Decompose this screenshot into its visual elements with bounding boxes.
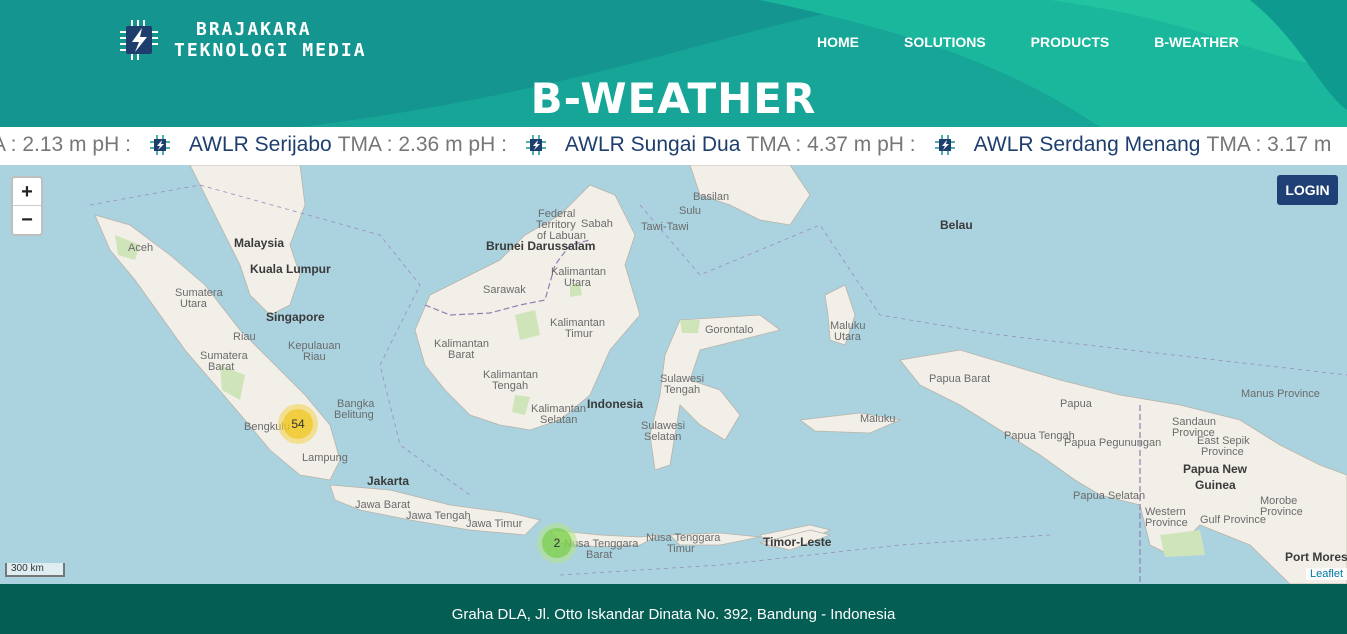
label-sumut-2: Utara xyxy=(180,298,207,310)
nav-solutions[interactable]: SOLUTIONS xyxy=(904,34,986,50)
label-maluku: Maluku xyxy=(860,413,896,425)
label-sabah: Sabah xyxy=(581,218,613,230)
marker-cluster[interactable]: 2 xyxy=(537,523,577,563)
label-manus: Manus Province xyxy=(1241,388,1320,400)
label-papua-selatan: Papua Selatan xyxy=(1073,490,1146,502)
main-nav: HOME SOLUTIONS PRODUCTS B-WEATHER xyxy=(817,34,1284,50)
label-sumbar-2: Barat xyxy=(208,361,235,373)
label-png-2: Guinea xyxy=(1195,478,1236,492)
brand-line-2: TEKNOLOGI MEDIA xyxy=(174,40,367,61)
station-ticker: A : 2.13 m pH : AWLR Serijabo TMA : 2.36… xyxy=(0,127,1347,165)
ticker-station-name: AWLR Serdang Menang xyxy=(973,133,1201,156)
ticker-station-value: TMA : 3.17 m xyxy=(1206,133,1332,156)
label-papua: Papua xyxy=(1060,398,1092,410)
label-bangka-2: Belitung xyxy=(334,409,374,421)
label-gorontalo: Gorontalo xyxy=(705,324,754,336)
label-belau: Belau xyxy=(940,218,973,232)
label-western-2: Province xyxy=(1145,517,1188,529)
label-kalut-2: Utara xyxy=(564,277,591,289)
map-scale: 300 km xyxy=(5,563,65,577)
label-east-sepik-2: Province xyxy=(1201,446,1244,458)
label-timor-leste: Timor-Leste xyxy=(763,535,832,549)
label-sulu: Sulu xyxy=(679,205,702,217)
site-header: BRAJAKARA TEKNOLOGI MEDIA HOME SOLUTIONS… xyxy=(0,0,1347,127)
ticker-station-value: TMA : 2.36 m pH : xyxy=(337,133,507,156)
label-tawi-tawi: Tawi-Tawi xyxy=(641,221,689,233)
label-kuala-lumpur: Kuala Lumpur xyxy=(250,262,331,276)
label-kepri-2: Riau xyxy=(303,351,326,363)
label-jawa-timur: Jawa Timur xyxy=(466,518,523,530)
label-kalbar-2: Barat xyxy=(448,349,475,361)
label-sarawak: Sarawak xyxy=(483,284,526,296)
label-sulteng-2: Tengah xyxy=(664,384,701,396)
label-ntt-2: Timur xyxy=(667,543,695,555)
nav-home[interactable]: HOME xyxy=(817,34,859,50)
label-aceh: Aceh xyxy=(128,242,154,254)
brand-logo[interactable]: BRAJAKARA TEKNOLOGI MEDIA xyxy=(118,18,367,62)
label-port-moresby: Port Moresb xyxy=(1285,550,1347,564)
zoom-control: + − xyxy=(11,176,43,236)
label-morobe-2: Province xyxy=(1260,506,1303,518)
ticker-lead-value: A : 2.13 m pH : xyxy=(0,133,131,156)
station-icon xyxy=(934,135,955,155)
zoom-in-button[interactable]: + xyxy=(13,178,41,206)
label-indonesia: Indonesia xyxy=(587,397,644,411)
label-riau: Riau xyxy=(233,331,256,343)
label-jakarta: Jakarta xyxy=(367,474,410,488)
nav-b-weather[interactable]: B-WEATHER xyxy=(1154,34,1239,50)
ticker-station-value: TMA : 4.37 m pH : xyxy=(746,133,916,156)
brand-line-1: BRAJAKARA xyxy=(196,19,312,40)
marker-cluster[interactable]: 54 xyxy=(278,404,318,444)
label-malut-2: Utara xyxy=(834,331,861,343)
label-basilan: Basilan xyxy=(693,191,730,203)
cluster-count: 2 xyxy=(542,528,572,558)
brand-name: BRAJAKARA TEKNOLOGI MEDIA xyxy=(174,19,367,61)
label-lampung: Lampung xyxy=(302,452,348,464)
cluster-count: 54 xyxy=(283,409,313,439)
map-view[interactable]: Malaysia Kuala Lumpur Singapore Brunei D… xyxy=(0,165,1347,584)
lightning-chip-icon xyxy=(120,20,158,60)
zoom-out-button[interactable]: − xyxy=(13,206,41,234)
label-png: Papua New xyxy=(1183,462,1248,476)
label-papua-barat: Papua Barat xyxy=(929,373,991,385)
label-kaltim-2: Timur xyxy=(565,328,593,340)
ticker-station-name: AWLR Sungai Dua xyxy=(564,133,741,156)
label-gulf: Gulf Province xyxy=(1200,514,1267,526)
label-jawa-tengah: Jawa Tengah xyxy=(406,510,471,522)
leaflet-attribution-link[interactable]: Leaflet xyxy=(1305,568,1347,580)
station-icon xyxy=(149,135,170,155)
ticker-item: AWLR Sungai Dua TMA : 4.37 m pH : xyxy=(525,133,934,157)
ticker-station-name: AWLR Serijabo xyxy=(188,133,332,156)
station-icon xyxy=(525,135,546,155)
label-labuan-3: of Labuan xyxy=(537,230,586,242)
nav-products[interactable]: PRODUCTS xyxy=(1031,34,1110,50)
site-footer: Graha DLA, Jl. Otto Iskandar Dinata No. … xyxy=(0,584,1347,634)
label-kalsel-2: Selatan xyxy=(540,414,578,426)
login-button[interactable]: LOGIN xyxy=(1277,175,1338,205)
footer-address: Graha DLA, Jl. Otto Iskandar Dinata No. … xyxy=(451,606,896,623)
label-ntb-2: Barat xyxy=(586,549,613,561)
ticker-item: AWLR Serdang Menang TMA : 3.17 m xyxy=(934,133,1347,157)
label-malaysia: Malaysia xyxy=(234,236,285,250)
label-sulsel-2: Selatan xyxy=(644,431,682,443)
label-jawa-barat: Jawa Barat xyxy=(355,499,411,511)
ticker-track: A : 2.13 m pH : AWLR Serijabo TMA : 2.36… xyxy=(0,133,1347,157)
label-singapore: Singapore xyxy=(266,310,325,324)
ticker-item: AWLR Serijabo TMA : 2.36 m pH : xyxy=(149,133,525,157)
page-title: B-WEATHER xyxy=(530,74,817,123)
label-papua-pegunungan: Papua Pegunungan xyxy=(1064,437,1162,449)
label-kalteng-2: Tengah xyxy=(492,380,529,392)
